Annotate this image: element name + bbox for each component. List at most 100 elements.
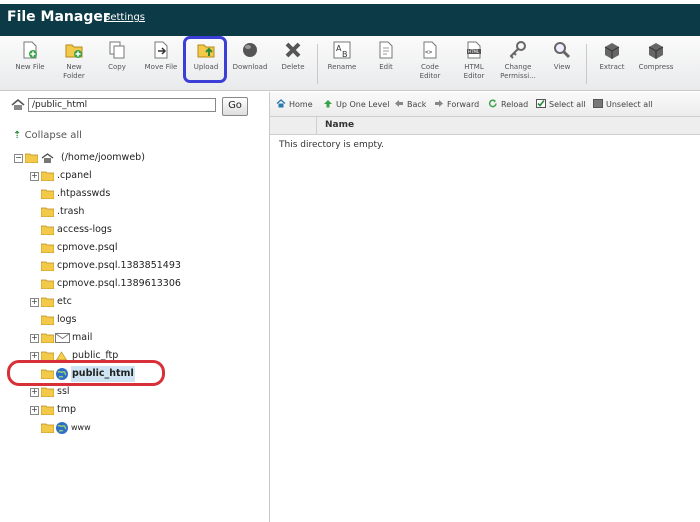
tree-item-label: cpmove.psql.1383851493 <box>57 260 181 271</box>
folder-icon <box>41 279 54 289</box>
up-one-level-button[interactable]: Up One Level <box>323 99 389 109</box>
folder-icon <box>41 225 54 235</box>
tree-item-label: etc <box>57 296 72 307</box>
download-button[interactable]: Download <box>230 40 270 72</box>
new-file-icon <box>23 41 37 59</box>
forward-button[interactable]: Forward <box>434 99 479 109</box>
edit-label: Edit <box>379 63 393 71</box>
expand-toggle-icon[interactable]: + <box>30 334 39 343</box>
back-arrow-icon <box>395 100 403 107</box>
html-editor-label: HTML Editor <box>463 63 485 80</box>
svg-text:HTML: HTML <box>468 49 480 54</box>
back-label: Back <box>407 100 427 109</box>
path-input[interactable]: /public_html <box>28 98 216 112</box>
compress-button[interactable]: Compress <box>636 40 676 72</box>
collapse-all-button[interactable]: ⇡ Collapse all <box>13 130 82 141</box>
new-file-label: New File <box>15 63 45 71</box>
tree-root-label: (/home/joomweb) <box>61 152 145 163</box>
folder-icon <box>41 333 54 343</box>
folder-icon <box>41 423 54 433</box>
expand-toggle-icon[interactable]: + <box>30 406 39 415</box>
extract-icon <box>604 43 620 59</box>
home-icon <box>41 153 54 163</box>
collapse-icon: ⇡ <box>13 130 22 141</box>
folder-icon <box>41 405 54 415</box>
delete-label: Delete <box>281 63 305 71</box>
folder-tree-panel: /public_html Go ⇡ Collapse all − (/home/… <box>0 92 269 522</box>
copy-button[interactable]: Copy <box>97 40 137 72</box>
empty-directory-message: This directory is empty. <box>279 140 384 150</box>
reload-icon <box>488 99 497 108</box>
delete-button[interactable]: Delete <box>273 40 313 72</box>
reload-button[interactable]: Reload <box>488 99 528 109</box>
extract-button[interactable]: Extract <box>592 40 632 72</box>
tree-item-label: mail <box>72 332 93 343</box>
expand-toggle-icon[interactable]: + <box>30 172 39 181</box>
app-header: File Manager Settings <box>0 0 700 36</box>
move-file-icon <box>154 41 168 59</box>
home-button[interactable]: Home <box>276 99 313 109</box>
name-column-header[interactable]: Name <box>325 120 354 130</box>
folder-icon <box>41 207 54 217</box>
new-folder-icon <box>65 44 83 58</box>
select-all-label: Select all <box>549 100 586 109</box>
upload-highlight <box>183 36 227 83</box>
html-editor-icon: HTML <box>467 41 481 59</box>
code-editor-button[interactable]: <> Code Editor <box>410 40 450 81</box>
tree-item-label: ssl <box>57 386 70 397</box>
download-label: Download <box>232 63 268 71</box>
app-title: File Manager <box>7 9 110 25</box>
download-icon <box>243 43 257 57</box>
view-label: View <box>553 63 571 71</box>
reload-label: Reload <box>501 100 529 109</box>
column-separator <box>316 117 317 134</box>
expand-toggle-icon[interactable]: + <box>30 298 39 307</box>
edit-button[interactable]: Edit <box>366 40 406 72</box>
svg-text:B: B <box>342 50 348 59</box>
copy-icon <box>109 41 125 59</box>
folder-icon <box>41 387 54 397</box>
new-file-button[interactable]: New File <box>10 40 50 72</box>
html-editor-button[interactable]: HTML HTML Editor <box>454 40 494 81</box>
globe-icon <box>56 422 68 434</box>
home-folder-icon <box>11 99 25 110</box>
checkbox-checked-icon <box>536 99 546 108</box>
forward-arrow-icon <box>435 100 443 107</box>
folder-open-icon <box>25 153 38 163</box>
new-folder-label: New Folder <box>63 63 85 80</box>
folder-icon <box>41 297 54 307</box>
tree-item-label: cpmove.psql.1389613306 <box>57 278 181 289</box>
tree-item-label: www <box>71 423 91 432</box>
tree-item-label: .trash <box>57 206 85 217</box>
select-all-button[interactable]: Select all <box>536 99 586 109</box>
rename-label: Rename <box>327 63 357 71</box>
file-list-panel: Home Up One Level Back Forward Reload Se… <box>270 92 700 522</box>
view-button[interactable]: View <box>542 40 582 72</box>
folder-icon <box>41 243 54 253</box>
expand-toggle-icon[interactable]: + <box>30 388 39 397</box>
tree-item-label: logs <box>57 314 77 325</box>
back-button[interactable]: Back <box>394 99 426 109</box>
key-icon <box>509 41 526 59</box>
folder-icon <box>41 315 54 325</box>
go-button[interactable]: Go <box>222 97 248 116</box>
collapse-all-label: Collapse all <box>24 130 82 141</box>
tree-item-label: cpmove.psql <box>57 242 118 253</box>
copy-label: Copy <box>108 63 126 71</box>
up-one-level-label: Up One Level <box>336 100 390 109</box>
file-list-header: Name <box>270 117 700 135</box>
change-permissions-label: Change Permissi... <box>500 63 536 80</box>
rename-button[interactable]: AB Rename <box>322 40 362 72</box>
change-permissions-button[interactable]: Change Permissi... <box>498 40 538 81</box>
unselect-all-button[interactable]: Unselect all <box>593 99 653 109</box>
rename-icon: AB <box>333 41 351 59</box>
code-editor-icon: <> <box>423 41 437 59</box>
folder-icon <box>41 171 54 181</box>
tree-item-label: .cpanel <box>57 170 92 181</box>
toolbar-separator <box>317 44 318 84</box>
move-file-button[interactable]: Move File <box>141 40 181 72</box>
settings-link[interactable]: Settings <box>104 12 145 23</box>
new-folder-button[interactable]: New Folder <box>54 40 94 81</box>
collapse-toggle-icon[interactable]: − <box>14 154 23 163</box>
move-file-label: Move File <box>144 63 178 71</box>
